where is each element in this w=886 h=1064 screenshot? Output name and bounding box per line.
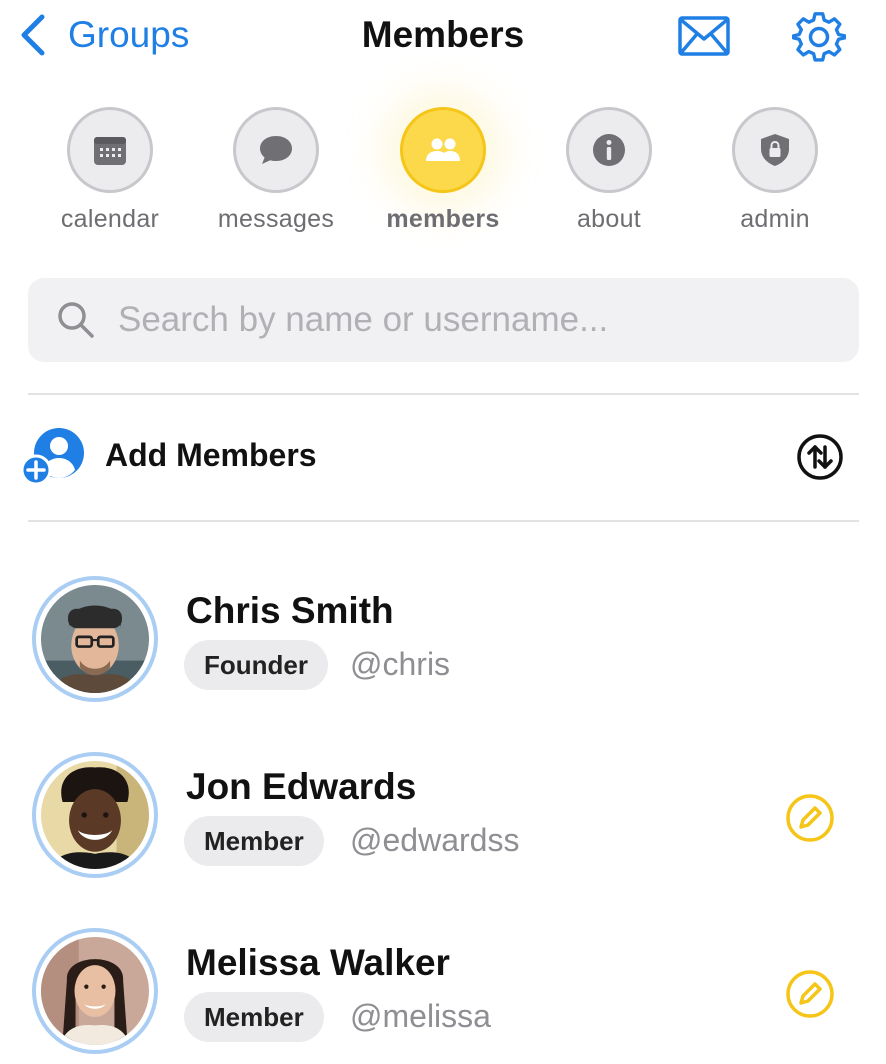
- tab-label: messages: [217, 205, 335, 233]
- role-badge: Member: [184, 816, 324, 866]
- member-name: Melissa Walker: [186, 942, 450, 983]
- search-input[interactable]: [118, 300, 818, 340]
- tab-label: admin: [740, 205, 810, 233]
- chat-bubble-icon: [260, 136, 292, 164]
- page-title: Members: [361, 14, 525, 55]
- avatar-photo: [41, 937, 149, 1045]
- role-badge: Founder: [184, 640, 328, 690]
- member-username: @chris: [350, 646, 451, 682]
- edit-pencil-icon[interactable]: [784, 792, 836, 844]
- section-tabs: calendar messages members about admin: [0, 100, 886, 250]
- tab-members[interactable]: members: [360, 100, 526, 240]
- tab-label: about: [576, 205, 642, 233]
- member-row[interactable]: Melissa Walker Member @melissa: [30, 928, 860, 1058]
- info-icon: [593, 134, 625, 166]
- tab-calendar[interactable]: calendar: [27, 100, 193, 240]
- sort-icon[interactable]: [796, 433, 844, 481]
- member-row[interactable]: Chris Smith Founder @chris: [30, 576, 860, 706]
- tab-admin[interactable]: admin: [692, 100, 858, 240]
- member-row[interactable]: Jon Edwards Member @edwardss: [30, 752, 860, 882]
- tab-about[interactable]: about: [526, 100, 692, 240]
- avatar-photo: [41, 585, 149, 693]
- calendar-icon: [94, 137, 126, 165]
- nav-header: Groups Members: [0, 0, 886, 80]
- divider: [28, 520, 859, 522]
- member-name: Jon Edwards: [186, 766, 417, 807]
- tab-label: calendar: [60, 205, 160, 233]
- member-username: @melissa: [350, 998, 491, 1034]
- edit-pencil-icon[interactable]: [784, 968, 836, 1020]
- add-person-icon[interactable]: [20, 424, 90, 486]
- gear-icon[interactable]: [792, 10, 846, 64]
- tab-messages[interactable]: messages: [193, 100, 359, 240]
- add-members-row[interactable]: Add Members: [20, 420, 870, 500]
- avatar: [32, 576, 158, 702]
- avatar-photo: [41, 761, 149, 869]
- member-name: Chris Smith: [186, 590, 394, 631]
- avatar: [32, 928, 158, 1054]
- add-members-label[interactable]: Add Members: [105, 437, 317, 474]
- search-bar: [28, 278, 859, 362]
- avatar: [32, 752, 158, 878]
- member-username: @edwardss: [350, 822, 520, 858]
- mail-icon[interactable]: [678, 16, 730, 56]
- people-icon: [426, 138, 460, 161]
- search-icon: [58, 302, 94, 338]
- shield-lock-icon: [761, 134, 789, 166]
- role-badge: Member: [184, 992, 324, 1042]
- divider: [28, 393, 859, 395]
- tab-label: members: [386, 205, 500, 233]
